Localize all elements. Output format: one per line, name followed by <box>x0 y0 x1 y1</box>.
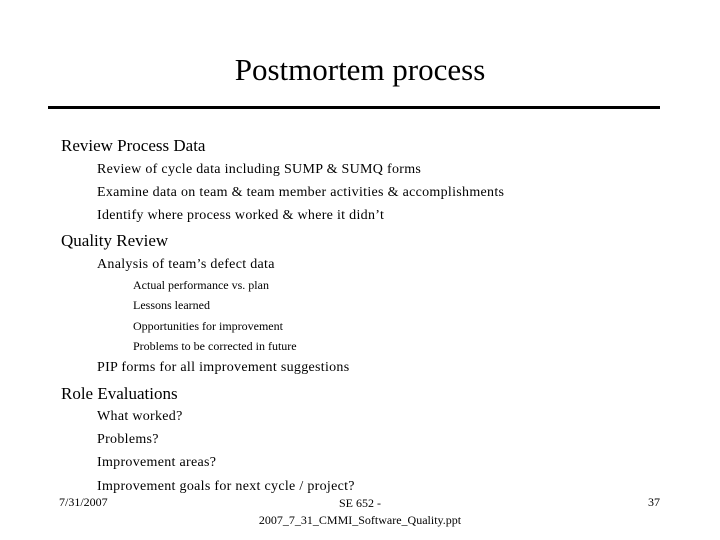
section-heading: Quality Review <box>61 231 169 250</box>
bullet-item: Improvement areas? <box>97 455 217 470</box>
sub-bullet-item: Opportunities for improvement <box>133 319 283 333</box>
footer-date: 7/31/2007 <box>59 495 108 509</box>
footer-filename: 2007_7_31_CMMI_Software_Quality.ppt <box>258 513 462 527</box>
footer-course-file: SE 652 - 2007_7_31_CMMI_Software_Quality… <box>240 495 480 529</box>
bullet-item: Examine data on team & team member activ… <box>97 185 505 200</box>
bullet-item: What worked? <box>97 409 183 424</box>
slide-body: Review Process Data Review of cycle data… <box>0 0 720 540</box>
sub-bullet-item: Lessons learned <box>133 298 210 312</box>
sub-bullet-item: Actual performance vs. plan <box>133 278 269 292</box>
bullet-item: Review of cycle data including SUMP & SU… <box>97 162 422 177</box>
sub-bullet-item: Problems to be corrected in future <box>133 339 297 353</box>
footer-course: SE 652 - <box>339 496 381 510</box>
bullet-item: Identify where process worked & where it… <box>97 208 385 223</box>
bullet-item: Improvement goals for next cycle / proje… <box>97 479 355 494</box>
bullet-item: Problems? <box>97 432 159 447</box>
bullet-item: Analysis of team’s defect data <box>97 257 275 272</box>
slide-number: 37 <box>648 495 660 509</box>
section-heading: Review Process Data <box>61 136 206 155</box>
section-heading: Role Evaluations <box>61 384 178 403</box>
bullet-item: PIP forms for all improvement suggestion… <box>97 360 350 375</box>
